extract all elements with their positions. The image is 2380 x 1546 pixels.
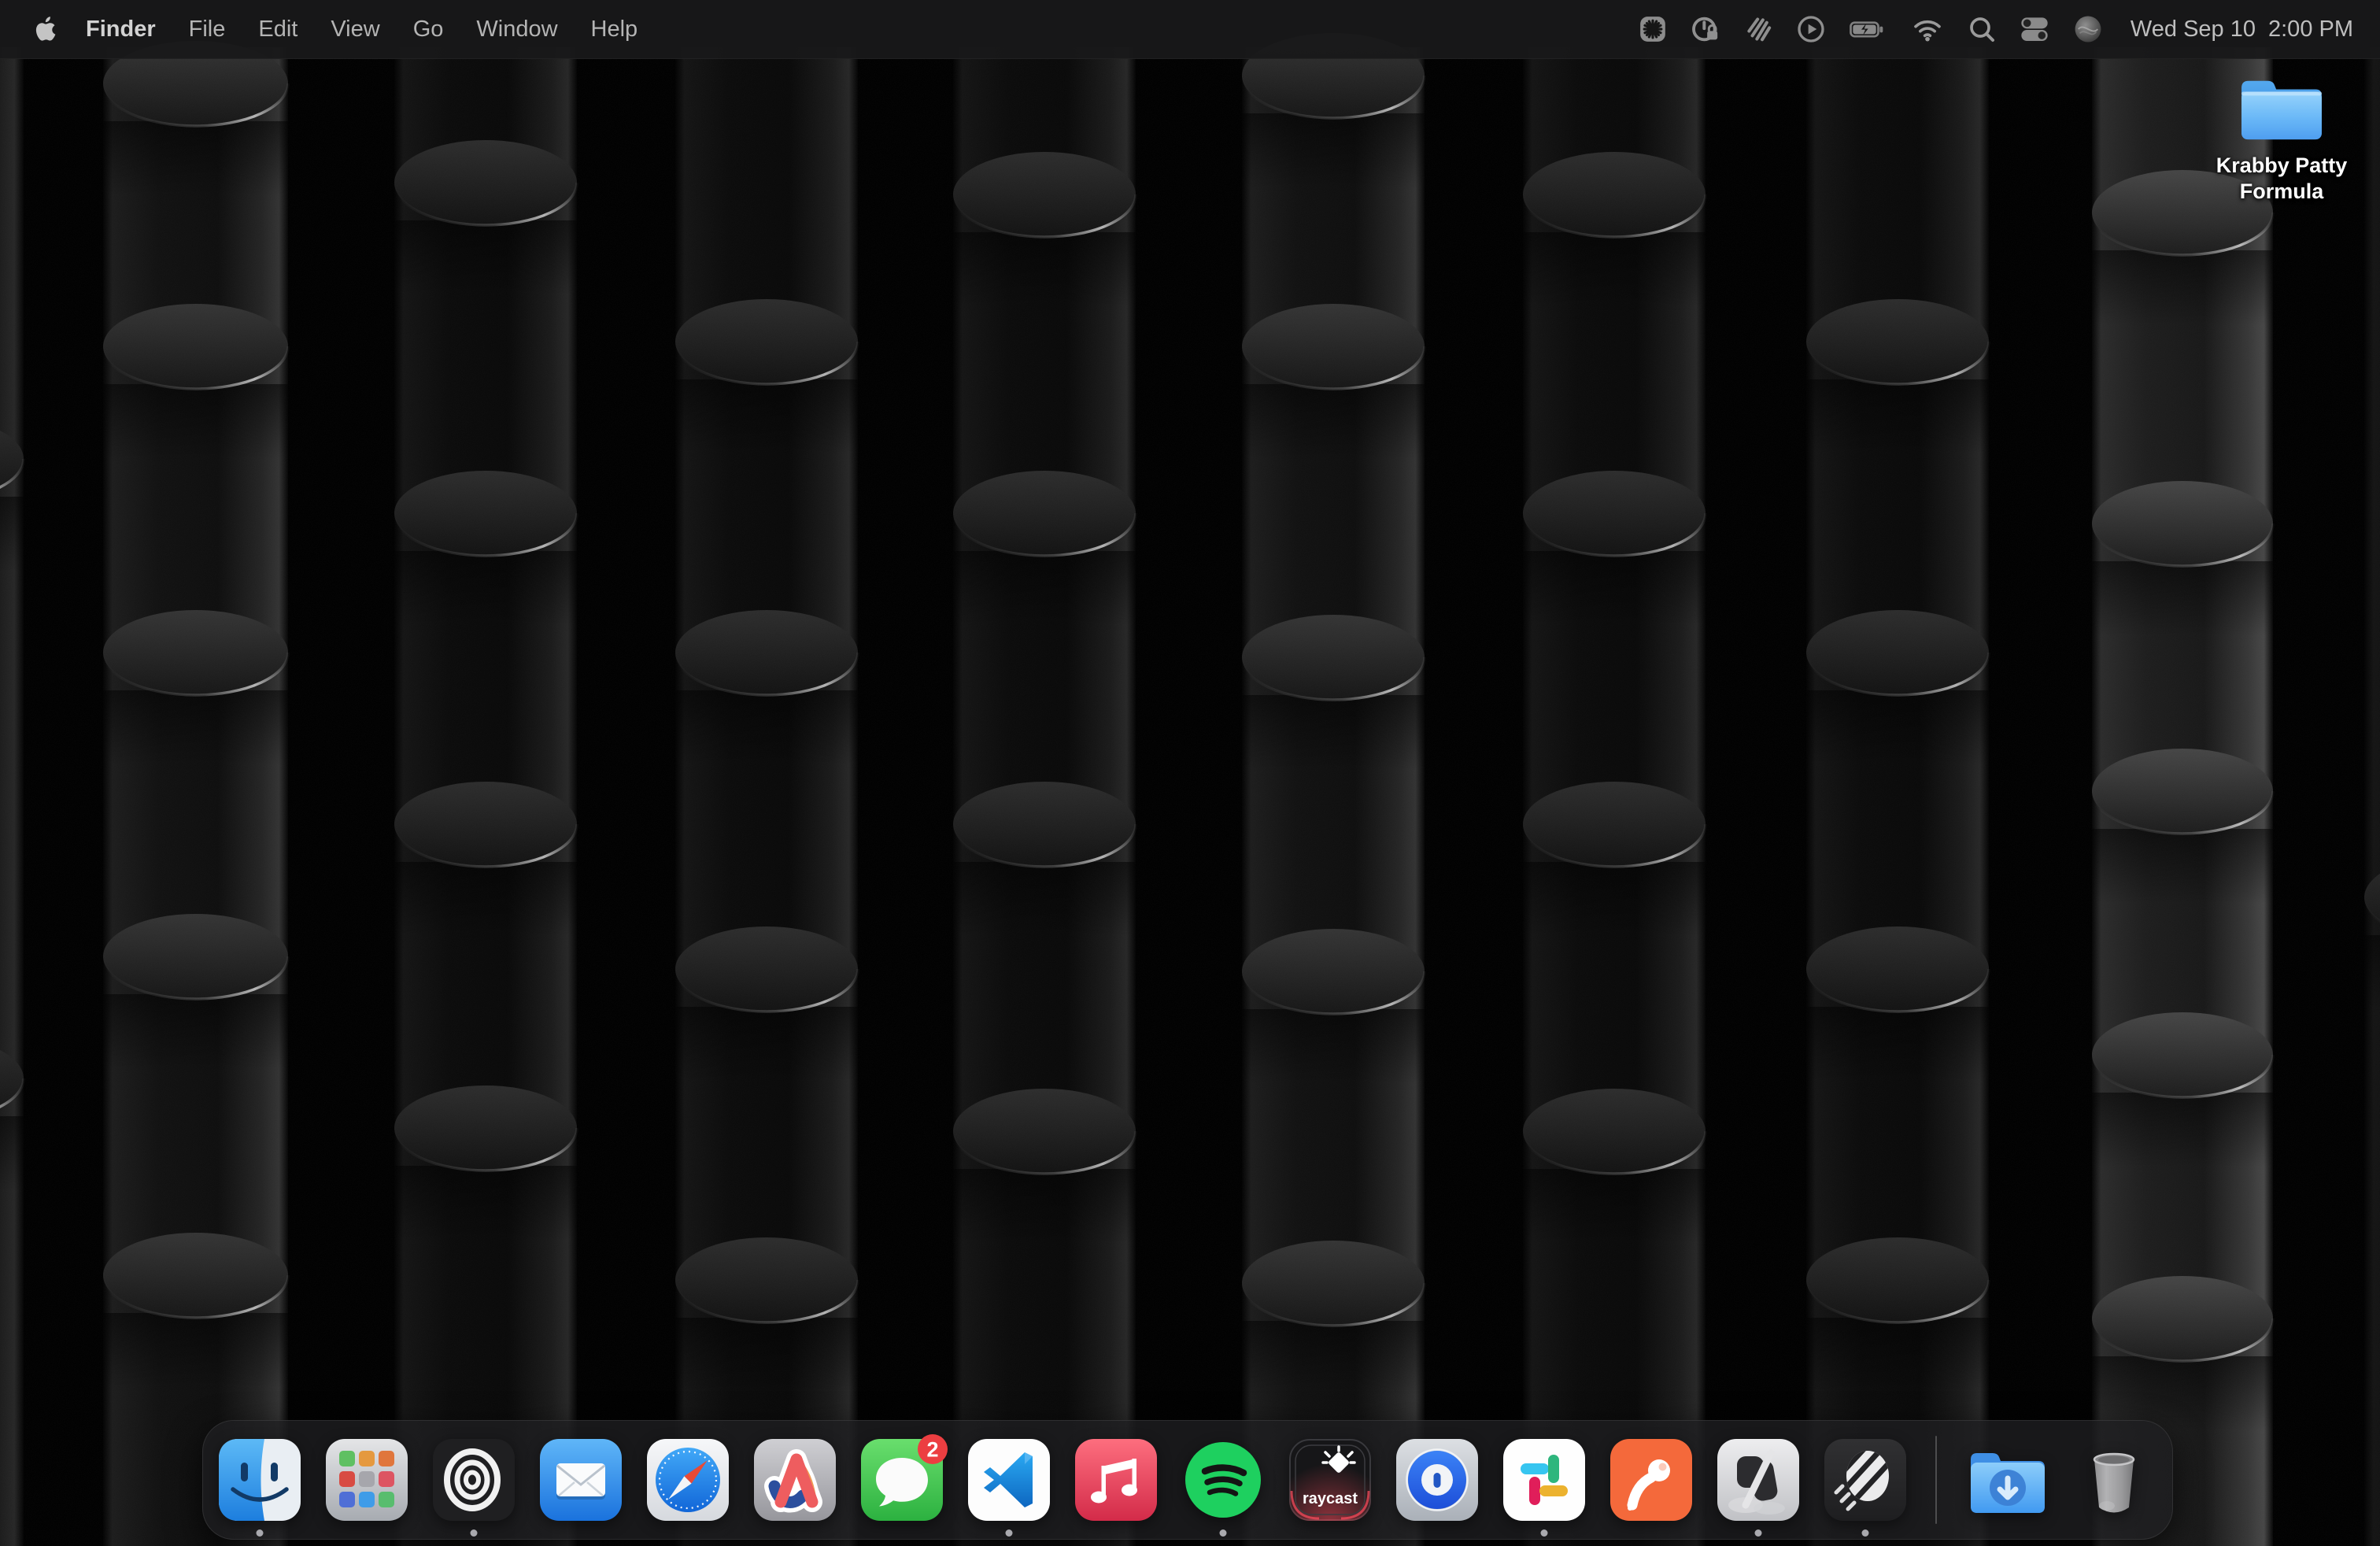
menu-bar-left: FinderFileEditViewGoWindowHelp — [0, 15, 654, 43]
menu-bar: FinderFileEditViewGoWindowHelp Wed Sep 1… — [0, 0, 2380, 59]
siri-orb-icon[interactable] — [2071, 13, 2105, 45]
postman-icon — [1610, 1439, 1692, 1521]
dock-item-bullseye[interactable] — [433, 1439, 515, 1521]
running-indicator — [1862, 1529, 1869, 1537]
dock-item-music[interactable] — [1075, 1439, 1157, 1521]
downloads-icon — [1966, 1439, 2048, 1521]
raycast-label: raycast — [1303, 1490, 1358, 1507]
wifi-icon[interactable] — [1910, 13, 1945, 45]
app-menus: FinderFileEditViewGoWindowHelp — [69, 17, 654, 43]
clock-time: 2:00 PM — [2268, 17, 2353, 43]
menu-item-help[interactable]: Help — [575, 17, 655, 43]
dock-item-spotify[interactable] — [1182, 1439, 1264, 1521]
dock-item-downloads[interactable] — [1966, 1439, 2048, 1521]
spotify-icon — [1182, 1439, 1264, 1521]
mail-icon — [540, 1439, 622, 1521]
trash-icon — [2073, 1439, 2155, 1521]
svg-text:2: 2 — [926, 1438, 938, 1462]
desktop-folder-krabby-patty-formula[interactable]: Krabby Patty Formula — [2195, 71, 2368, 205]
dock-item-dark_d[interactable] — [1717, 1439, 1799, 1521]
dock-item-postman[interactable] — [1610, 1439, 1692, 1521]
safari-icon — [647, 1439, 729, 1521]
dock-item-raycast[interactable]: raycast — [1289, 1439, 1371, 1521]
dock-item-striped_sphere[interactable] — [1824, 1439, 1906, 1521]
running-indicator — [257, 1529, 264, 1537]
running-indicator — [1220, 1529, 1227, 1537]
dock-item-mail[interactable] — [540, 1439, 622, 1521]
wallpaper — [0, 0, 2380, 1546]
menu-item-window[interactable]: Window — [460, 17, 574, 43]
slack-icon — [1503, 1439, 1585, 1521]
letter_a-icon — [754, 1439, 836, 1521]
menu-bar-clock[interactable]: Wed Sep 10 2:00 PM — [2131, 17, 2353, 43]
dock-item-slack[interactable] — [1503, 1439, 1585, 1521]
apple-icon[interactable] — [33, 15, 57, 43]
menu-item-view[interactable]: View — [314, 17, 396, 43]
bullseye-icon — [433, 1439, 515, 1521]
search-icon[interactable] — [1966, 13, 1998, 45]
dock-item-finder[interactable] — [219, 1439, 301, 1521]
music-icon — [1075, 1439, 1157, 1521]
clock-date: Wed Sep 10 — [2131, 17, 2256, 43]
launchpad-icon — [326, 1439, 408, 1521]
dock-item-messages[interactable]: 2 — [861, 1439, 943, 1521]
menu-bar-status: Wed Sep 10 2:00 PM — [1637, 13, 2380, 45]
dock-item-trash[interactable] — [2073, 1439, 2155, 1521]
dock-item-safari[interactable] — [647, 1439, 729, 1521]
dock-separator — [1935, 1436, 1937, 1524]
dark_d-icon — [1717, 1439, 1799, 1521]
starburst-menu-icon[interactable] — [1637, 13, 1669, 45]
folder-label: Krabby Patty Formula — [2195, 153, 2368, 205]
dock-item-vscode[interactable] — [968, 1439, 1050, 1521]
play-circle-icon[interactable] — [1795, 13, 1827, 45]
notification-badge: 2 — [918, 1434, 948, 1464]
control-center-icon[interactable] — [2019, 13, 2050, 45]
finder-icon — [219, 1439, 301, 1521]
folder-icon — [2235, 71, 2328, 146]
messages-icon: 2 — [861, 1439, 943, 1521]
menu-item-go[interactable]: Go — [397, 17, 460, 43]
dock-item-launchpad[interactable] — [326, 1439, 408, 1521]
clock-lock-icon[interactable] — [1690, 13, 1721, 45]
running-indicator — [1541, 1529, 1548, 1537]
running-indicator — [1755, 1529, 1762, 1537]
running-indicator — [1006, 1529, 1013, 1537]
running-indicator — [471, 1529, 478, 1537]
menu-item-file[interactable]: File — [172, 17, 242, 43]
battery-charging-icon[interactable] — [1848, 13, 1889, 45]
striped-flag-icon[interactable] — [1743, 13, 1774, 45]
dock-item-onepassword[interactable] — [1396, 1439, 1478, 1521]
raycast-icon: raycast — [1289, 1439, 1371, 1521]
dock-item-letter_a[interactable] — [754, 1439, 836, 1521]
dock: 2 raycast — [202, 1420, 2173, 1540]
striped_sphere-icon — [1824, 1439, 1906, 1521]
onepassword-icon — [1396, 1439, 1478, 1521]
menu-item-finder[interactable]: Finder — [69, 17, 172, 43]
menu-item-edit[interactable]: Edit — [242, 17, 314, 43]
desktop-screen: FinderFileEditViewGoWindowHelp Wed Sep 1… — [0, 0, 2380, 1546]
vscode-icon — [968, 1439, 1050, 1521]
